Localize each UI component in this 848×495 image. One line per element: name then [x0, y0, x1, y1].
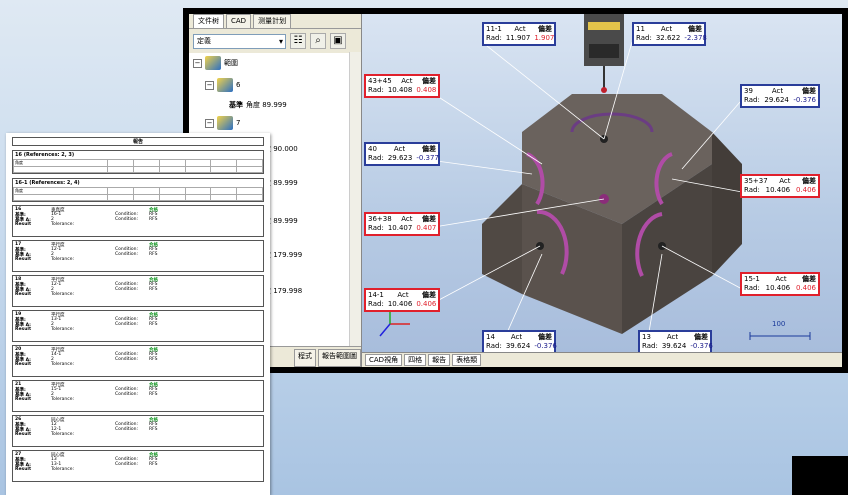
- cad-viewport[interactable]: 100 11-1 Act 偏差 Rad: 11.907 1.907 11 Act 偏差 Ra…: [362, 14, 842, 353]
- feature-block: 27 同心度 合格 基準: 13 Condition: RFS 基準 A: 13-1 Condit…: [12, 450, 264, 482]
- app-window: 文件树 CAD 测量計划 定義 ☷ ⌕ ▣ − 範圍 − 6: [183, 8, 848, 373]
- report-reference: 16 (References: 2, 3) 角度: [12, 150, 264, 174]
- tab-file-tree[interactable]: 文件树: [193, 14, 224, 28]
- tab-quad[interactable]: 四格: [404, 354, 427, 366]
- reference-title: 16-1 (References: 2, 4): [15, 180, 80, 186]
- measure-label-35-37[interactable]: 35+37 Act 偏差 Rad: 10.406 0.406: [740, 174, 820, 198]
- tree-root[interactable]: − 範圍: [193, 56, 238, 70]
- tree-node-label: 6: [236, 81, 241, 89]
- collapse-icon[interactable]: −: [205, 118, 214, 128]
- feature-block: 16 垂直度 合格 基準: 16-1 Condition: RFS 基準 A: 2 Conditi…: [12, 205, 264, 237]
- tab-cad-view[interactable]: CAD視角: [365, 354, 403, 366]
- tab-measure-plan[interactable]: 测量計划: [253, 14, 292, 28]
- reference-table: 角度: [12, 159, 263, 173]
- report-reference: 16-1 (References: 2, 4) 角度: [12, 178, 264, 202]
- corner-block: [792, 456, 848, 495]
- tree-scrollbar[interactable]: [349, 52, 361, 347]
- folder-icon[interactable]: ▣: [330, 33, 346, 49]
- measure-label-39[interactable]: 39 Act 偏差 Rad: 29.624 -0.376: [740, 84, 820, 108]
- probe-band: [588, 22, 620, 30]
- probe-body: [584, 14, 624, 66]
- measure-label-14-1[interactable]: 14-1 Act 偏差 Rad: 10.406 0.406: [364, 288, 440, 312]
- feature-icon: [217, 116, 233, 130]
- feature-block: 21 平行度 合格 基準: 15-1 Condition: RFS 基準 A: 2 Conditi…: [12, 380, 264, 412]
- measure-label-15-1[interactable]: 15-1 Act 偏差 Rad: 10.406 0.406: [740, 272, 820, 296]
- scale-value: 100: [772, 320, 786, 328]
- viewport-tabs: CAD視角 四格 報告 表格類: [362, 352, 842, 367]
- scale-bar: [749, 332, 811, 340]
- measure-label-36-38[interactable]: 36+38 Act 偏差 Rad: 10.407 0.407: [364, 212, 440, 236]
- feature-block: 18 平行度 合格 基準: 12-1 Condition: RFS 基準 A: 2 Conditi…: [12, 275, 264, 307]
- collapse-icon[interactable]: −: [205, 80, 214, 90]
- tree-node-6[interactable]: − 6: [205, 78, 240, 92]
- datum-label: 基準: [229, 101, 243, 109]
- reference-table: 角度: [12, 187, 263, 201]
- feature-icon: [217, 78, 233, 92]
- feature-block: 19 平行度 合格 基準: 13-1 Condition: RFS 基準 A: 2 Conditi…: [12, 310, 264, 342]
- define-combo[interactable]: 定義: [193, 33, 286, 49]
- measure-label-43-45[interactable]: 43+45 Act 偏差 Rad: 10.408 0.408: [364, 74, 440, 98]
- angle-label: 角度 89.999: [246, 101, 287, 109]
- measure-label-13[interactable]: 13 Act 偏差 Rad: 39.624 -0.376: [638, 330, 713, 353]
- measure-label-40[interactable]: 40 Act 偏差 Rad: 29.623 -0.377: [364, 142, 440, 166]
- tree-root-label: 範圍: [224, 59, 238, 67]
- measure-label-11[interactable]: 11 Act 偏差 Rad: 32.622 -2.378: [632, 22, 707, 46]
- probe-tip: [601, 87, 607, 93]
- probe-band-dark: [589, 44, 619, 58]
- report-title: 報告: [12, 137, 264, 146]
- feature-block: 26 同心度 合格 基準: 12 Condition: RFS 基準 A: 12-1 Condit…: [12, 415, 264, 447]
- panel-toolbar: 定義 ☷ ⌕ ▣: [189, 29, 361, 53]
- report-document: 報告 16 (References: 2, 3) 角度 16-1 (Refere…: [6, 133, 270, 495]
- tab-report-range[interactable]: 報告範圍圖: [318, 349, 361, 367]
- tab-program[interactable]: 程式: [294, 349, 316, 367]
- feature-list: 16 垂直度 合格 基準: 16-1 Condition: RFS 基準 A: 2 Conditi…: [6, 205, 270, 482]
- tab-report[interactable]: 報告: [428, 354, 451, 366]
- tab-table[interactable]: 表格類: [452, 354, 482, 366]
- collapse-icon[interactable]: −: [193, 58, 202, 68]
- tree-node-label: 7: [236, 119, 241, 127]
- measure-label-11-1[interactable]: 11-1 Act 偏差 Rad: 11.907 1.907: [482, 22, 556, 46]
- range-icon: [205, 56, 221, 70]
- panel-tabs: 文件树 CAD 测量計划: [189, 14, 361, 29]
- measure-label-14[interactable]: 14 Act 偏差 Rad: 39.624 -0.376: [482, 330, 557, 353]
- tree-view-icon[interactable]: ☷: [290, 33, 306, 49]
- find-icon[interactable]: ⌕: [310, 33, 326, 49]
- feature-block: 17 平行度 合格 基準: 12-1 Condition: RFS 基準 A: 2 Conditi…: [12, 240, 264, 272]
- reference-title: 16 (References: 2, 3): [15, 152, 75, 158]
- feature-block: 20 平行度 合格 基準: 14-1 Condition: RFS 基準 A: 2 Conditi…: [12, 345, 264, 377]
- tree-node-7[interactable]: − 7: [205, 116, 240, 130]
- tree-node-datum[interactable]: 基準 角度 89.999: [229, 100, 287, 110]
- cube-right-chamfer: [712, 132, 742, 276]
- tab-cad[interactable]: CAD: [226, 14, 252, 28]
- cube-left-chamfer: [482, 132, 522, 294]
- app-inner: 文件树 CAD 测量計划 定義 ☷ ⌕ ▣ − 範圍 − 6: [189, 14, 842, 367]
